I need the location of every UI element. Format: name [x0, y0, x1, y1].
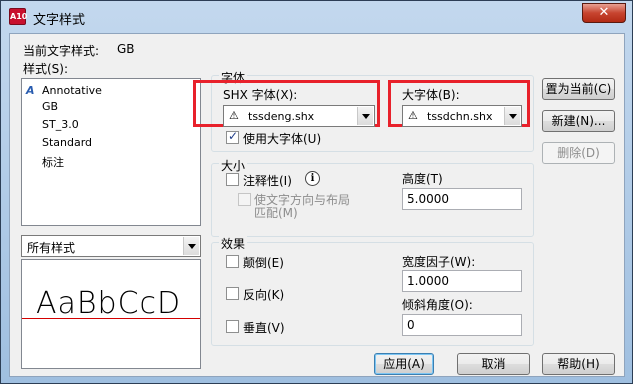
list-item[interactable]: Standard — [42, 136, 92, 149]
help-button[interactable]: 帮助(H) — [542, 353, 615, 375]
shx-font-value: tssdeng.shx — [248, 110, 315, 123]
set-current-button[interactable]: 置为当前(C) — [542, 78, 615, 100]
big-font-dropdown[interactable]: ⚠ tssdchn.shx — [402, 105, 522, 127]
match-orientation-label-2: 匹配(M) — [254, 206, 298, 220]
big-font-label: 大字体(B): — [402, 88, 460, 102]
upside-down-label: 颠倒(E) — [243, 256, 284, 270]
shx-font-dropdown[interactable]: ⚠ tssdeng.shx — [223, 105, 375, 127]
close-button[interactable]: ✕ — [582, 3, 626, 23]
list-item-label: 标注 — [42, 156, 64, 169]
current-style-value: GB — [117, 42, 135, 56]
style-filter-value: 所有样式 — [27, 241, 76, 255]
cancel-button[interactable]: 取消 — [457, 353, 530, 375]
annotative-checkbox[interactable] — [226, 173, 239, 186]
autocad-app-icon: A10 — [9, 8, 27, 25]
height-field[interactable]: 5.0000 — [402, 188, 522, 210]
oblique-angle-field[interactable]: 0 — [402, 314, 522, 336]
oblique-angle-label: 倾斜角度(O): — [402, 298, 473, 312]
use-big-font-label: 使用大字体(U) — [243, 132, 322, 146]
list-item[interactable]: ST_3.0 — [42, 118, 79, 131]
vertical-label: 垂直(V) — [243, 321, 285, 335]
effects-group-title: 效果 — [219, 235, 248, 252]
styles-list[interactable]: A Annotative GB ST_3.0 Standard 标注 — [21, 78, 201, 226]
window-title: 文字样式 — [33, 13, 86, 28]
current-style-label: 当前文字样式: — [23, 44, 100, 58]
backwards-label: 反向(K) — [243, 288, 285, 302]
list-item-label: GB — [42, 100, 59, 113]
match-orientation-checkbox[interactable] — [238, 193, 251, 206]
list-item[interactable]: 标注 — [42, 154, 64, 170]
list-item[interactable]: A Annotative — [26, 84, 102, 97]
width-factor-value: 1.0000 — [407, 274, 449, 288]
shx-font-icon: ⚠ — [229, 109, 239, 122]
info-icon[interactable]: i — [305, 171, 320, 186]
text-preview: AaBbCcD — [21, 259, 201, 369]
delete-style-button[interactable]: 删除(D) — [542, 142, 615, 164]
backwards-checkbox[interactable] — [226, 287, 239, 300]
chevron-down-icon[interactable] — [357, 107, 373, 125]
preview-text: AaBbCcD — [36, 286, 182, 321]
style-filter-dropdown[interactable]: 所有样式 — [21, 235, 201, 257]
width-factor-field[interactable]: 1.0000 — [402, 270, 522, 292]
oblique-angle-value: 0 — [407, 318, 415, 332]
dialog-body: 当前文字样式: GB 样式(S): A Annotative GB ST_3.0… — [9, 33, 625, 377]
big-font-icon: ⚠ — [408, 109, 418, 122]
list-item[interactable]: GB — [42, 100, 58, 113]
use-big-font-checkbox[interactable] — [226, 129, 239, 144]
chevron-down-icon[interactable] — [183, 237, 199, 255]
text-style-dialog: A10 文字样式 ✕ 当前文字样式: GB 样式(S): A Annotativ… — [0, 0, 633, 384]
chevron-down-icon[interactable] — [504, 107, 520, 125]
big-font-value: tssdchn.shx — [427, 110, 493, 123]
height-label: 高度(T) — [402, 172, 443, 186]
height-value: 5.0000 — [407, 192, 449, 206]
list-item-label: Annotative — [42, 84, 102, 97]
upside-down-checkbox[interactable] — [226, 255, 239, 268]
width-factor-label: 宽度因子(W): — [402, 255, 476, 269]
styles-label: 样式(S): — [23, 62, 69, 76]
shx-font-label: SHX 字体(X): — [223, 88, 298, 102]
list-item-label: Standard — [42, 136, 93, 149]
vertical-checkbox[interactable] — [226, 320, 239, 333]
annotative-icon: A — [26, 84, 35, 97]
apply-button[interactable]: 应用(A) — [374, 353, 434, 375]
list-item-label: ST_3.0 — [42, 118, 79, 131]
new-style-button[interactable]: 新建(N)... — [542, 110, 615, 132]
annotative-label: 注释性(I) — [243, 174, 292, 188]
title-bar[interactable]: A10 文字样式 ✕ — [1, 1, 632, 33]
